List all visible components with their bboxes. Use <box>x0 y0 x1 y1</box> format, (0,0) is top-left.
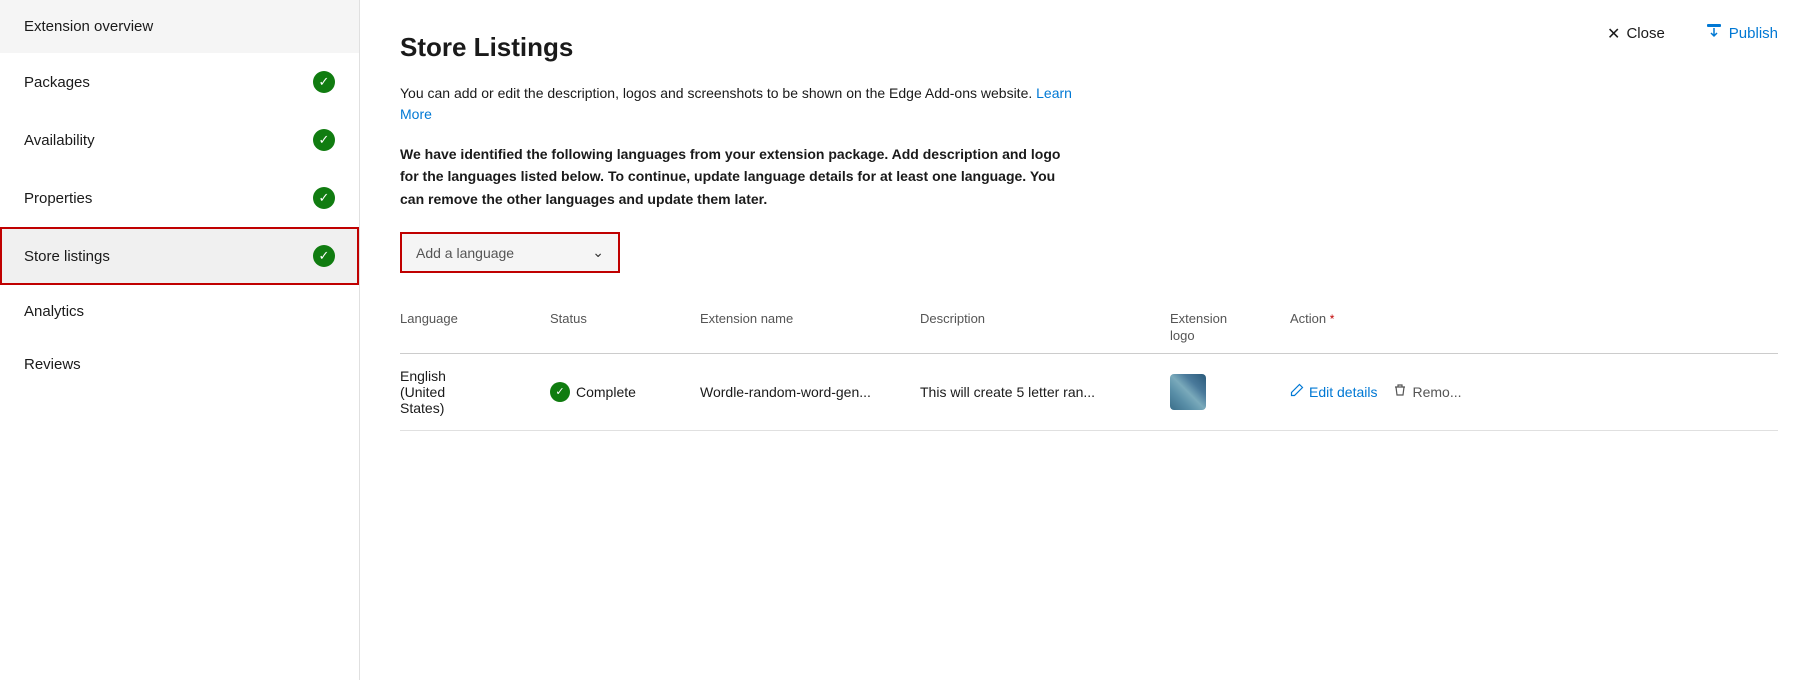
sidebar: Extension overview Packages ✓ Availability ✓… <box>0 0 360 680</box>
remove-button[interactable]: Remo... <box>1393 383 1461 400</box>
action-buttons: Edit details Remo... <box>1290 383 1766 400</box>
action-required-marker: * <box>1330 312 1335 326</box>
sidebar-item-analytics[interactable]: Analytics <box>0 285 359 338</box>
close-button[interactable]: ✕ Close <box>1599 20 1673 48</box>
sidebar-item-label: Properties <box>24 190 92 207</box>
sidebar-item-label: Packages <box>24 74 90 91</box>
sidebar-item-properties[interactable]: Properties ✓ <box>0 169 359 227</box>
check-icon: ✓ <box>313 129 335 151</box>
top-bar: ✕ Close Publish <box>1567 0 1818 67</box>
col-status: Status <box>550 311 700 345</box>
status-badge: ✓ Complete <box>550 382 688 402</box>
sidebar-item-label: Availability <box>24 132 95 149</box>
chevron-down-icon: ⌄ <box>592 244 604 261</box>
info-text: We have identified the following languag… <box>400 143 1080 210</box>
col-language: Language <box>400 311 550 345</box>
col-description: Description <box>920 311 1170 345</box>
publish-button[interactable]: Publish <box>1697 18 1786 49</box>
cell-action: Edit details Remo... <box>1290 383 1778 400</box>
add-language-dropdown[interactable]: Add a language ⌄ <box>400 232 620 273</box>
status-label: Complete <box>576 384 636 400</box>
edit-details-label: Edit details <box>1309 384 1377 400</box>
publish-label: Publish <box>1729 25 1778 42</box>
languages-table: Language Status Extension name Descripti… <box>400 303 1778 431</box>
publish-icon <box>1705 22 1723 45</box>
cell-extension-name: Wordle-random-word-gen... <box>700 384 920 400</box>
sidebar-item-store-listings[interactable]: Store listings ✓ <box>0 227 359 285</box>
sidebar-item-label: Extension overview <box>24 18 153 35</box>
add-language-label: Add a language <box>416 245 514 261</box>
cell-description: This will create 5 letter ran... <box>920 384 1170 400</box>
sidebar-item-extension-overview[interactable]: Extension overview <box>0 0 359 53</box>
table-row: English(UnitedStates) ✓ Complete Wordle-… <box>400 354 1778 431</box>
cell-extension-logo <box>1170 374 1290 410</box>
close-label: Close <box>1626 25 1664 42</box>
sidebar-item-label: Store listings <box>24 248 110 265</box>
table-header: Language Status Extension name Descripti… <box>400 303 1778 354</box>
sidebar-item-availability[interactable]: Availability ✓ <box>0 111 359 169</box>
sidebar-item-reviews[interactable]: Reviews <box>0 338 359 391</box>
edit-details-button[interactable]: Edit details <box>1290 383 1377 400</box>
sidebar-item-label: Analytics <box>24 303 84 320</box>
main-content: ✕ Close Publish Store Listings You can a… <box>360 0 1818 680</box>
description-text: You can add or edit the description, log… <box>400 83 1080 125</box>
remove-label: Remo... <box>1412 384 1461 400</box>
check-icon: ✓ <box>313 71 335 93</box>
cell-language: English(UnitedStates) <box>400 368 550 416</box>
extension-logo-thumbnail <box>1170 374 1206 410</box>
sidebar-item-label: Reviews <box>24 356 81 373</box>
trash-icon <box>1393 383 1407 400</box>
cell-status: ✓ Complete <box>550 382 700 402</box>
sidebar-item-packages[interactable]: Packages ✓ <box>0 53 359 111</box>
check-icon: ✓ <box>313 187 335 209</box>
edit-icon <box>1290 383 1304 400</box>
complete-check-icon: ✓ <box>550 382 570 402</box>
col-extension-logo: Extensionlogo <box>1170 311 1290 345</box>
close-icon: ✕ <box>1607 24 1620 44</box>
check-icon: ✓ <box>313 245 335 267</box>
col-action: Action * <box>1290 311 1778 345</box>
col-extension-name: Extension name <box>700 311 920 345</box>
